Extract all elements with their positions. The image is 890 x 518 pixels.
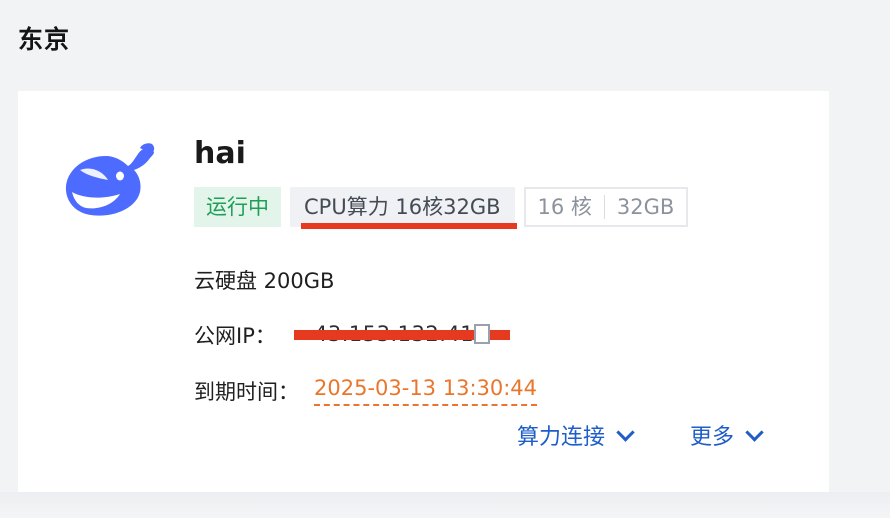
instance-name: hai [194, 136, 246, 171]
tag-row: 运行中 CPU算力 16核32GB 16 核 32GB [194, 187, 689, 229]
whale-logo-icon [65, 143, 155, 216]
spec-badge: CPU算力 16核32GB [290, 187, 517, 229]
copy-icon[interactable] [474, 324, 490, 344]
chevron-down-icon [745, 422, 764, 442]
config-badge: 16 核 32GB [523, 187, 689, 227]
disk-info: 云硬盘 200GB [194, 269, 335, 293]
expire-label: 到期时间： [194, 380, 299, 404]
more-button-label: 更多 [690, 425, 735, 450]
public-ip-label: 公网IP： [194, 324, 276, 348]
card-shadow [0, 492, 890, 518]
spec-redaction-underline [301, 223, 517, 229]
public-ip-row: 公网IP： 43.153.132.41 [194, 320, 510, 350]
region-title: 东京 [18, 25, 71, 54]
connect-button[interactable]: 算力连接 [517, 419, 635, 451]
expire-value[interactable]: 2025-03-13 13:30:44 [314, 376, 538, 406]
more-button[interactable]: 更多 [690, 419, 764, 451]
connect-button-label: 算力连接 [517, 425, 606, 450]
status-badge: 运行中 [194, 187, 281, 227]
chevron-down-icon [616, 422, 635, 442]
cores-label: 16 核 [537, 195, 592, 219]
expire-row: 到期时间： 2025-03-13 13:30:44 [194, 376, 538, 406]
spec-badge-label: CPU算力 16核32GB [304, 195, 501, 219]
memory-label: 32GB [616, 195, 675, 219]
